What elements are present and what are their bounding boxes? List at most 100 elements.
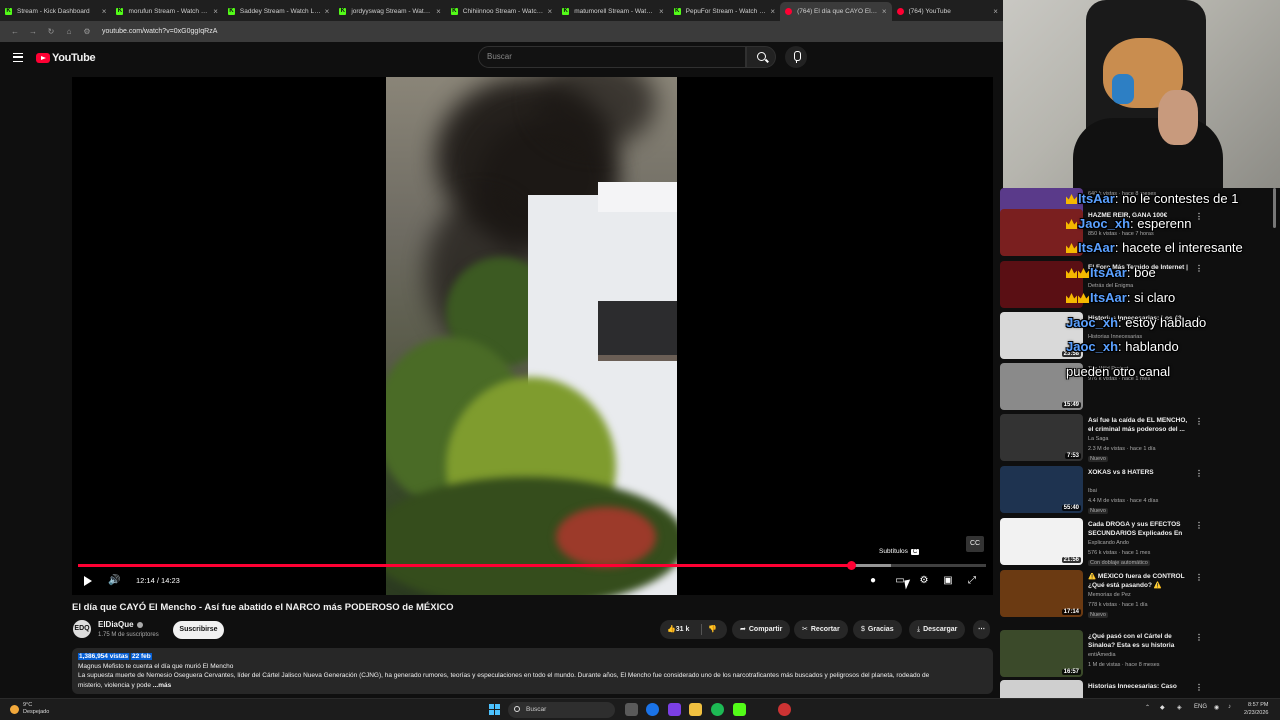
clock[interactable]: 8:57 PM 2/23/2026: [1244, 702, 1268, 717]
browser-tab[interactable]: Kjordyyswag Stream - Watch Li ×: [334, 2, 445, 21]
recommended-channel[interactable]: Explicando Ando: [1088, 540, 1129, 546]
close-tab-icon[interactable]: ×: [548, 7, 553, 16]
site-info-icon[interactable]: ⚙: [78, 27, 96, 36]
sidebar-scrollbar[interactable]: [1272, 188, 1278, 698]
recommended-video[interactable]: 16:57 ¿Qué pasó con el Cártel de Sinaloa?…: [1000, 630, 1276, 678]
more-options-icon[interactable]: ⋮: [1195, 212, 1203, 221]
show-more-link[interactable]: ...más: [153, 682, 171, 689]
thanks-button[interactable]: $ Gracias: [853, 620, 902, 639]
youtube-logo[interactable]: YouTube: [36, 52, 96, 64]
video-thumbnail[interactable]: 21:56: [1000, 518, 1083, 565]
recommended-video[interactable]: 55:40 XOKAS vs 8 HATERS Ibai 4.4 M de vista…: [1000, 466, 1276, 514]
close-tab-icon[interactable]: ×: [325, 7, 330, 16]
more-options-icon[interactable]: ⋮: [1195, 469, 1203, 478]
video-thumbnail[interactable]: 7:53: [1000, 414, 1083, 461]
recommended-channel[interactable]: Detrás del Enigma: [1088, 283, 1133, 289]
more-options-icon[interactable]: ⋮: [1195, 264, 1203, 273]
app-icon[interactable]: [668, 703, 681, 716]
play-icon[interactable]: [83, 574, 93, 588]
video-thumbnail[interactable]: 17:14: [1000, 570, 1083, 617]
autoplay-toggle-icon[interactable]: ●: [866, 574, 880, 588]
volume-icon[interactable]: 🔊: [108, 574, 122, 588]
like-button[interactable]: 👍31 k: [667, 620, 689, 639]
close-tab-icon[interactable]: ×: [770, 7, 775, 16]
volume-icon[interactable]: ♪: [1228, 704, 1231, 710]
recommended-video-title[interactable]: ⚠️ MÉXICO fuera de CONTROL ¿Qué está pas…: [1088, 573, 1188, 590]
close-tab-icon[interactable]: ×: [882, 7, 887, 16]
language-indicator[interactable]: ENG: [1194, 704, 1207, 710]
description-box[interactable]: 1,386,954 vistas 22 feb Magnus Mefisto t…: [72, 648, 993, 694]
close-tab-icon[interactable]: ×: [102, 7, 107, 16]
share-icon: ➦: [740, 626, 746, 633]
browser-tab[interactable]: K Saddey Stream - Watch Live o ×: [223, 2, 334, 21]
chrome-icon[interactable]: [646, 703, 659, 716]
browser-tab[interactable]: K Stream - Kick Dashboard ×: [0, 2, 111, 21]
recommended-video[interactable]: 21:56 Cada DROGA y sus EFECTOS SECUNDARIO…: [1000, 518, 1276, 566]
weather-widget[interactable]: 9°C Despejado: [10, 702, 49, 716]
progress-bar[interactable]: [78, 561, 986, 570]
browser-tab[interactable]: (764) YouTube ×: [892, 2, 1003, 21]
voice-search-icon[interactable]: [785, 46, 807, 68]
network-icon[interactable]: ◉: [1214, 704, 1219, 711]
recommended-channel[interactable]: La Saga: [1088, 436, 1109, 442]
file-explorer-icon[interactable]: [689, 703, 702, 716]
tray-app-icon[interactable]: ◆: [1160, 704, 1165, 711]
recommended-video[interactable]: 7:53 Así fue la caída de EL MENCHO, el cr…: [1000, 414, 1276, 462]
recommended-channel[interactable]: entiÁmedia: [1088, 652, 1116, 658]
clip-button[interactable]: ✂ Recortar: [794, 620, 848, 639]
video-thumbnail[interactable]: 55:40: [1000, 466, 1083, 513]
recommended-video[interactable]: 17:14 ⚠️ MÉXICO fuera de CONTROL ¿Qué est…: [1000, 570, 1276, 618]
dislike-button[interactable]: 👎: [708, 620, 717, 639]
chat-username: ItsAar: [1090, 265, 1127, 280]
spotify-icon[interactable]: [711, 703, 724, 716]
browser-tab[interactable]: Kmorufun Stream - Watch Live o ×: [111, 2, 222, 21]
close-tab-icon[interactable]: ×: [436, 7, 441, 16]
channel-name[interactable]: ElDiaQue: [98, 620, 143, 629]
browser-tab[interactable]: Kmatumorell Stream - Watch Li ×: [557, 2, 668, 21]
url-field[interactable]: youtube.com/watch?v=0xG0ggIqRzA: [102, 28, 217, 35]
back-icon[interactable]: ←: [6, 27, 24, 36]
channel-avatar[interactable]: EDQ: [73, 620, 91, 638]
reload-icon[interactable]: ↻: [42, 27, 60, 36]
recommended-channel[interactable]: Ibai: [1088, 488, 1097, 494]
browser-tab[interactable]: K Chihiinnoo Stream - Watch Live ×: [446, 2, 557, 21]
scrubber-handle[interactable]: [846, 561, 856, 570]
windows-start-icon[interactable]: [489, 704, 500, 715]
tray-chevron-icon[interactable]: ⌃: [1145, 704, 1150, 711]
recommended-video-title[interactable]: Cada DROGA y sus EFECTOS SECUNDARIOS Exp…: [1088, 521, 1188, 538]
settings-icon[interactable]: ⚙: [917, 574, 931, 588]
recommended-channel[interactable]: Memorias de Pez: [1088, 592, 1131, 598]
search-input[interactable]: Buscar: [478, 46, 746, 68]
recommended-video-title[interactable]: XOKAS vs 8 HATERS: [1088, 469, 1188, 478]
video-thumbnail[interactable]: 16:57: [1000, 630, 1083, 677]
recommended-video-title[interactable]: ¿Qué pasó con el Cártel de Sinaloa? Esta…: [1088, 633, 1188, 650]
close-tab-icon[interactable]: ×: [993, 7, 998, 16]
kick-icon[interactable]: [733, 703, 746, 716]
menu-icon[interactable]: [13, 53, 23, 62]
taskbar-search[interactable]: Buscar: [508, 702, 615, 718]
more-options-icon[interactable]: ⋮: [1195, 521, 1203, 530]
more-options-icon[interactable]: ⋮: [1195, 573, 1203, 582]
download-button[interactable]: ⤓ Descargar: [909, 620, 966, 639]
browser-tab[interactable]: (764) El día que CAYÓ El Menc ×: [780, 2, 892, 21]
forward-icon[interactable]: →: [24, 27, 42, 36]
more-actions-button[interactable]: ⋯: [973, 620, 990, 639]
tray-app-icon[interactable]: ◈: [1177, 704, 1182, 711]
more-options-icon[interactable]: ⋮: [1195, 417, 1203, 426]
home-icon[interactable]: ⌂: [60, 27, 78, 36]
recommended-video-title[interactable]: Historias Innecesarias: Caso: [1088, 683, 1188, 692]
more-options-icon[interactable]: ⋮: [1195, 633, 1203, 642]
miniplayer-icon[interactable]: ▣: [941, 574, 955, 588]
more-options-icon[interactable]: ⋮: [1195, 683, 1203, 692]
app-icon[interactable]: [778, 703, 791, 716]
video-player[interactable]: [72, 77, 993, 595]
browser-tab[interactable]: K PepuFor Stream - Watch Live ×: [669, 2, 780, 21]
subscribe-button[interactable]: Suscribirse: [173, 621, 224, 639]
recommended-video-title[interactable]: Así fue la caída de EL MENCHO, el crimin…: [1088, 417, 1188, 434]
close-tab-icon[interactable]: ×: [213, 7, 218, 16]
search-button[interactable]: [746, 46, 776, 68]
close-tab-icon[interactable]: ×: [659, 7, 664, 16]
share-button[interactable]: ➦ Compartir: [732, 620, 791, 639]
fullscreen-icon[interactable]: ⤢: [965, 574, 979, 588]
task-view-icon[interactable]: [625, 703, 638, 716]
